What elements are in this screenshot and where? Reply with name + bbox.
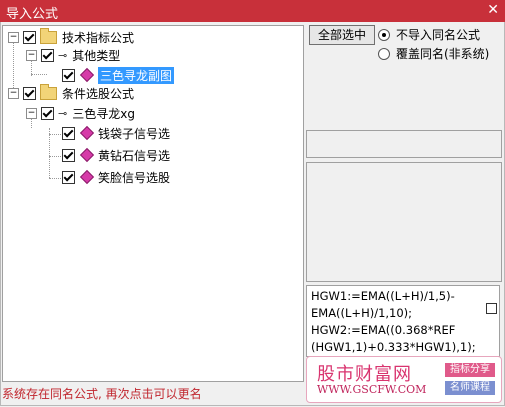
tree-line [31,74,47,75]
checkbox-group1[interactable] [41,48,54,62]
watermark-tag-share: 指标分享 [445,363,495,377]
formula-icon [79,67,95,83]
checkbox-root2[interactable] [23,86,36,100]
status-message: 系统存在同名公式, 再次点击可以更名 [2,387,202,401]
window-title: 导入公式 [6,7,59,22]
tree-label-group2: 三色寻龙xg [72,106,135,121]
radio-no-import[interactable]: 不导入同名公式 [378,26,480,43]
radio-dot[interactable] [378,28,390,41]
key-icon: ⊸ [58,106,68,120]
watermark-url: WWW.GSCFW.COM [317,383,427,396]
select-all-button[interactable]: 全部选中 [309,25,375,45]
radio-overwrite[interactable]: 覆盖同名(非系统) [378,45,489,62]
preview-panel [306,162,502,282]
radio-label: 不导入同名公式 [396,28,481,42]
watermark-logo: 股市财富网 WWW.GSCFW.COM 指标分享 名师课程 [306,356,502,403]
formula-icon [79,125,95,141]
radio-label: 覆盖同名(非系统) [396,47,490,61]
tree-node-item4[interactable]: 笑脸信号选股 [62,168,170,186]
formula-icon [79,169,95,185]
code-line: HGW1:=EMA((L+H)/1,5)- [311,289,455,303]
folder-icon [40,27,57,44]
collapse-toggle[interactable]: − [26,49,37,61]
tree-node-item1[interactable]: 三色寻龙副图 [62,66,175,84]
tree-label-item1: 三色寻龙副图 [98,66,175,84]
code-line: EMA((L+H)/1,10); [311,306,413,320]
close-icon[interactable]: ✕ [487,2,499,18]
folder-icon [40,83,57,100]
collapse-toggle[interactable]: − [26,107,37,119]
title-bar: 导入公式 ✕ [0,0,505,22]
info-field [306,130,502,158]
tree-label-group1: 其他类型 [72,48,121,63]
checkbox-item2[interactable] [62,126,75,140]
tree-label-root1: 技术指标公式 [62,30,135,45]
collapse-toggle[interactable]: − [8,31,19,43]
code-line: HGW2:=EMA((0.368*REF [311,323,456,337]
checkbox-item3[interactable] [62,148,75,162]
formula-icon [79,147,95,163]
checkbox-root1[interactable] [23,30,36,44]
tree-node-root2[interactable]: − 条件选股公式 [8,83,135,102]
tree-node-root1[interactable]: − 技术指标公式 [8,27,135,46]
checkbox-item4[interactable] [62,170,75,184]
checkbox-item1[interactable] [62,68,75,82]
radio-dot[interactable] [378,47,390,60]
tree-line [49,128,50,178]
formula-tree[interactable]: − 技术指标公式 − ⊸ 其他类型 三色寻龙副图 − 条件选股公式 − ⊸ 三色… [2,25,304,382]
key-icon: ⊸ [58,48,68,62]
tree-node-item2[interactable]: 钱袋子信号选 [62,124,170,142]
watermark-tag-course: 名师课程 [445,381,495,395]
tree-label-root2: 条件选股公式 [62,86,135,101]
tree-label-item4: 笑脸信号选股 [98,170,171,185]
tree-node-group2[interactable]: − ⊸ 三色寻龙xg [26,104,135,122]
collapse-toggle[interactable]: − [8,87,19,99]
checkbox-group2[interactable] [41,106,54,120]
code-line: (HGW1,1)+0.333*HGW1),1); [311,340,476,354]
code-checkbox[interactable] [486,303,497,314]
tree-label-item2: 钱袋子信号选 [98,126,171,141]
tree-node-group1[interactable]: − ⊸ 其他类型 [26,46,120,64]
tree-node-item3[interactable]: 黄钻石信号选 [62,146,170,164]
tree-label-item3: 黄钻石信号选 [98,148,171,163]
formula-code-view[interactable]: HGW1:=EMA((L+H)/1,5)- EMA((L+H)/1,10); H… [306,285,500,357]
